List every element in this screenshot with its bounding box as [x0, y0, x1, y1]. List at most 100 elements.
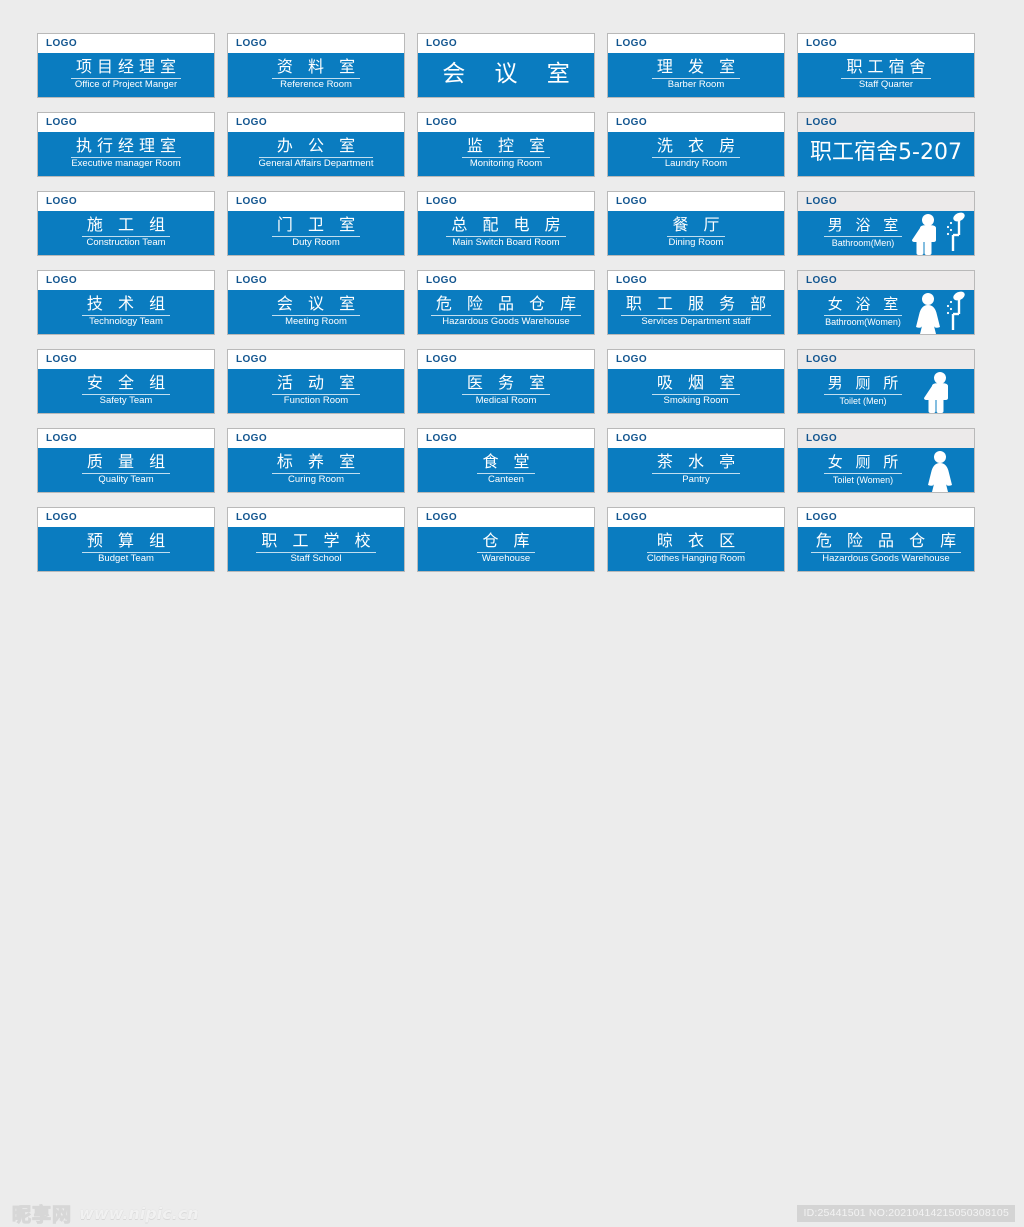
sign-body: 晾 衣 区 Clothes Hanging Room [608, 527, 784, 571]
sign-title-en: Toilet (Women) [832, 474, 894, 485]
sign-text-block: 晾 衣 区 Clothes Hanging Room [646, 531, 746, 565]
sign-card[interactable]: LOGO 总 配 电 房 Main Switch Board Room [417, 191, 595, 256]
sign-card[interactable]: LOGO 男 浴 室 Bathroom(Men) [797, 191, 975, 256]
sign-text-block: 理 发 室 Barber Room [651, 58, 741, 91]
sign-card[interactable]: LOGO 项目经理室 Office of Project Manger [37, 33, 215, 98]
sign-title-cn: 资 料 室 [276, 57, 361, 77]
sign-card[interactable]: LOGO 施 工 组 Construction Team [37, 191, 215, 256]
sign-title-cn: 总 配 电 房 [451, 215, 566, 235]
sign-text-block: 食 堂 Canteen [477, 452, 535, 486]
sign-card[interactable]: LOGO 安 全 组 Safety Team [37, 349, 215, 414]
watermark-site-url: www.nipic.cn [79, 1204, 199, 1223]
sign-grid: LOGO 项目经理室 Office of Project Manger LOGO 资 料… [37, 33, 995, 572]
sign-logo-header: LOGO [418, 350, 594, 369]
sign-card[interactable]: LOGO 理 发 室 Barber Room [607, 33, 785, 98]
sign-text-block: 仓 库 Warehouse [477, 531, 535, 565]
sign-body: 技 术 组 Technology Team [38, 290, 214, 334]
sign-card[interactable]: LOGO 茶 水 亭 Pantry [607, 428, 785, 493]
sign-body: 理 发 室 Barber Room [608, 53, 784, 97]
sign-card[interactable]: LOGO 男 厕 所 Toilet (Men) [797, 349, 975, 414]
sign-body: 安 全 组 Safety Team [38, 369, 214, 413]
sign-logo-header: LOGO [418, 508, 594, 527]
sign-title-cn: 晾 衣 区 [656, 531, 741, 551]
logo-placeholder-text: LOGO [46, 37, 78, 49]
sign-body: 职工宿舍5-207 [798, 132, 974, 176]
sign-card[interactable]: LOGO 会 议 室 Meeting Room [227, 270, 405, 335]
sign-body: 总 配 电 房 Main Switch Board Room [418, 211, 594, 255]
sign-logo-header: LOGO [798, 429, 974, 448]
sign-text-block: 职工宿舍 Staff Quarter [841, 57, 931, 91]
sign-title-cn: 安 全 组 [86, 373, 171, 393]
logo-placeholder-text: LOGO [426, 274, 458, 286]
sign-text-block: 办 公 室 General Affairs Department [258, 137, 374, 170]
sign-title-en: Curing Room [288, 473, 344, 485]
sign-text-block: 安 全 组 Safety Team [81, 373, 171, 407]
logo-placeholder-text: LOGO [46, 116, 78, 128]
sign-card[interactable]: LOGO 办 公 室 General Affairs Department [227, 112, 405, 177]
sign-title-en: Monitoring Room [469, 157, 543, 169]
sign-card[interactable]: LOGO 活 动 室 Function Room [227, 349, 405, 414]
sign-card[interactable]: LOGO 食 堂 Canteen [417, 428, 595, 493]
sign-card[interactable]: LOGO 执行经理室 Executive manager Room [37, 112, 215, 177]
sign-logo-header: LOGO [798, 350, 974, 369]
sign-text-block: 质 量 组 Quality Team [81, 453, 171, 486]
sign-body: 餐 厅 Dining Room [608, 211, 784, 255]
sign-logo-header: LOGO [608, 34, 784, 53]
sign-logo-header: LOGO [798, 508, 974, 527]
shower-man-icon [912, 211, 968, 255]
sign-title-en: Bathroom(Men) [831, 237, 895, 248]
logo-placeholder-text: LOGO [806, 511, 838, 523]
sign-card[interactable]: LOGO 门 卫 室 Duty Room [227, 191, 405, 256]
sign-title-cn: 会 议 室 [276, 294, 361, 314]
sign-body: 仓 库 Warehouse [418, 527, 594, 571]
sign-title-en: Executive manager Room [71, 157, 181, 169]
sign-card[interactable]: LOGO 吸 烟 室 Smoking Room [607, 349, 785, 414]
sign-card[interactable]: LOGO 女 浴 室 Bathroom(Women) [797, 270, 975, 335]
sign-logo-header: LOGO [798, 271, 974, 290]
sign-card[interactable]: LOGO 危 险 品 仓 库 Hazardous Goods Warehouse [797, 507, 975, 572]
sign-text-block: 总 配 电 房 Main Switch Board Room [446, 215, 566, 249]
sign-card[interactable]: LOGO 职工宿舍5-207 [797, 112, 975, 177]
sign-body: 茶 水 亭 Pantry [608, 448, 784, 492]
sign-card[interactable]: LOGO 晾 衣 区 Clothes Hanging Room [607, 507, 785, 572]
sign-logo-header: LOGO [418, 429, 594, 448]
sign-body: 女 浴 室 Bathroom(Women) [798, 290, 974, 334]
sign-body: 职 工 学 校 Staff School [228, 527, 404, 571]
logo-placeholder-text: LOGO [616, 274, 648, 286]
sign-divider [823, 235, 903, 237]
sign-title-en: Budget Team [98, 552, 154, 564]
sign-title-cn: 食 堂 [482, 452, 535, 472]
sign-text-block: 职工宿舍5-207 [810, 141, 962, 166]
sign-body: 活 动 室 Function Room [228, 369, 404, 413]
sign-card[interactable]: LOGO 医 务 室 Medical Room [417, 349, 595, 414]
sign-card[interactable]: LOGO 职工宿舍 Staff Quarter [797, 33, 975, 98]
sign-body: 洗 衣 房 Laundry Room [608, 132, 784, 176]
logo-placeholder-text: LOGO [46, 511, 78, 523]
sign-card[interactable]: LOGO 技 术 组 Technology Team [37, 270, 215, 335]
sign-title-cn: 仓 库 [482, 531, 535, 551]
sign-card[interactable]: LOGO 监 控 室 Monitoring Room [417, 112, 595, 177]
sign-title-cn: 项目经理室 [75, 57, 181, 77]
sign-text-block: 女 浴 室 Bathroom(Women) [822, 296, 903, 327]
sign-card[interactable]: LOGO 职 工 服 务 部 Services Department staff [607, 270, 785, 335]
sign-card[interactable]: LOGO 预 算 组 Budget Team [37, 507, 215, 572]
sign-card[interactable]: LOGO 质 量 组 Quality Team [37, 428, 215, 493]
sign-logo-header: LOGO [38, 350, 214, 369]
sign-card[interactable]: LOGO 女 厕 所 Toilet (Women) [797, 428, 975, 493]
logo-placeholder-text: LOGO [46, 353, 78, 365]
sign-logo-header: LOGO [418, 34, 594, 53]
sign-card[interactable]: LOGO 洗 衣 房 Laundry Room [607, 112, 785, 177]
sign-card[interactable]: LOGO 标 养 室 Curing Room [227, 428, 405, 493]
sign-card[interactable]: LOGO 会 议 室 [417, 33, 595, 98]
sign-card[interactable]: LOGO 仓 库 Warehouse [417, 507, 595, 572]
sign-text-block: 活 动 室 Function Room [271, 374, 361, 407]
sign-card[interactable]: LOGO 资 料 室 Reference Room [227, 33, 405, 98]
sign-logo-header: LOGO [228, 429, 404, 448]
sign-card[interactable]: LOGO 餐 厅 Dining Room [607, 191, 785, 256]
sign-body: 标 养 室 Curing Room [228, 448, 404, 492]
sign-card[interactable]: LOGO 职 工 学 校 Staff School [227, 507, 405, 572]
sign-logo-header: LOGO [418, 113, 594, 132]
sign-title-cn: 职工宿舍 [846, 57, 931, 77]
sign-text-block: 男 浴 室 Bathroom(Men) [822, 217, 903, 248]
sign-card[interactable]: LOGO 危 险 品 仓 库 Hazardous Goods Warehouse [417, 270, 595, 335]
